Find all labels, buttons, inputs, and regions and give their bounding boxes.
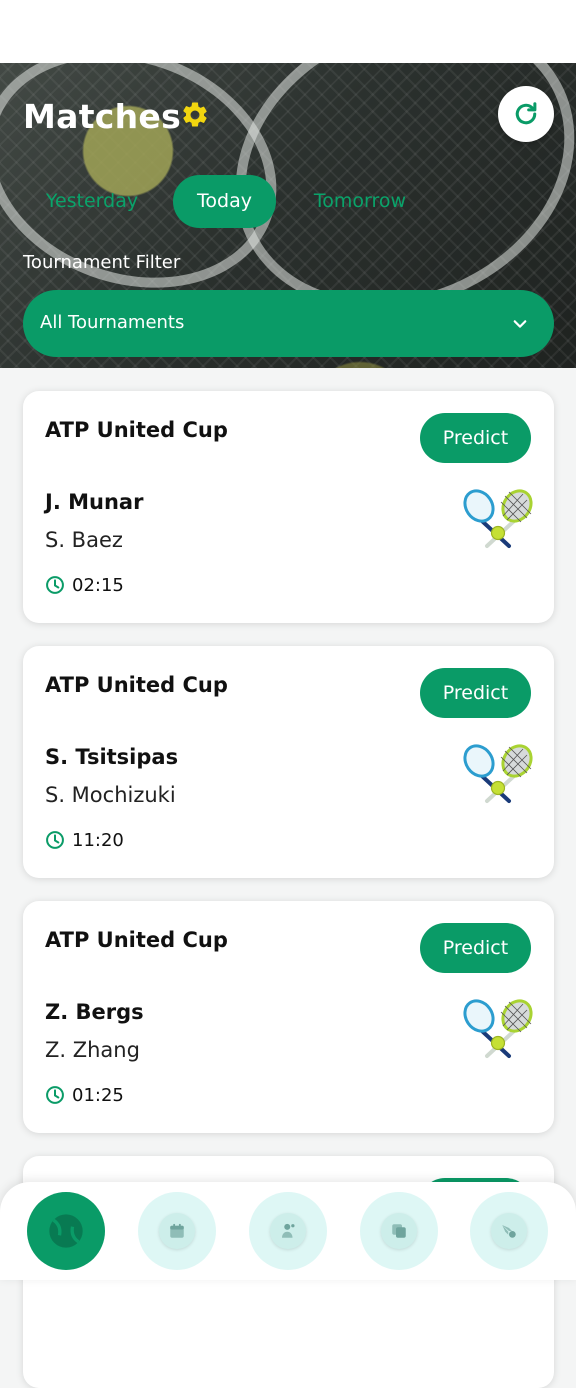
nav-item-inner — [491, 1213, 527, 1249]
tab-today[interactable]: Today — [173, 175, 276, 228]
predict-button[interactable]: Predict — [420, 923, 531, 973]
tab-tomorrow[interactable]: Tomorrow — [300, 175, 420, 228]
tab-yesterday[interactable]: Yesterday — [34, 175, 150, 228]
match-card[interactable]: ATP United Cup Predict S. Tsitsipas S. M… — [23, 646, 554, 878]
match-time-row: 11:20 — [45, 829, 124, 851]
status-bar — [0, 0, 576, 63]
match-card[interactable]: ATP United Cup Predict Z. Bergs Z. Zhang… — [23, 901, 554, 1133]
clock-icon — [46, 831, 64, 849]
nav-item-inner — [159, 1213, 195, 1249]
header: Matches Yesterday Today Tomorrow Tournam… — [0, 63, 576, 368]
player-two-name: Z. Zhang — [45, 1038, 140, 1062]
tournament-filter-value: All Tournaments — [40, 312, 185, 333]
predict-button[interactable]: Predict — [420, 413, 531, 463]
player-two-name: S. Baez — [45, 528, 123, 552]
nav-item-shuttle[interactable] — [470, 1192, 548, 1270]
player-one-name: Z. Bergs — [45, 1000, 144, 1024]
tournament-filter-label: Tournament Filter — [23, 252, 181, 273]
nav-item-inner — [270, 1213, 306, 1249]
tennis-rackets-icon — [463, 744, 533, 803]
match-time: 01:25 — [72, 1084, 124, 1106]
tournament-filter-select[interactable]: All Tournaments — [23, 290, 554, 357]
nav-item-players[interactable] — [249, 1192, 327, 1270]
refresh-icon — [515, 102, 537, 125]
player-two-name: S. Mochizuki — [45, 783, 176, 807]
predict-button[interactable]: Predict — [420, 668, 531, 718]
player-one-name: S. Tsitsipas — [45, 745, 179, 769]
clock-icon — [46, 1086, 64, 1104]
tennis-ball-icon — [49, 1214, 83, 1248]
tournament-name: ATP United Cup — [45, 418, 228, 442]
nav-item-inner — [381, 1213, 417, 1249]
match-card[interactable]: ATP United Cup Predict J. Munar S. Baez … — [23, 391, 554, 623]
match-time-row: 01:25 — [45, 1084, 124, 1106]
tournament-name: ATP United Cup — [45, 673, 228, 697]
cards-icon — [392, 1224, 406, 1238]
calendar-icon — [170, 1223, 184, 1238]
match-time-row: 02:15 — [45, 574, 124, 596]
nav-item-cards[interactable] — [360, 1192, 438, 1270]
tennis-rackets-icon — [463, 489, 533, 548]
nav-item-calendar[interactable] — [138, 1192, 216, 1270]
tennis-rackets-icon — [463, 999, 533, 1058]
player-one-name: J. Munar — [45, 490, 144, 514]
nav-item-matches[interactable] — [27, 1192, 105, 1270]
bottom-navigation — [0, 1182, 576, 1280]
refresh-button[interactable] — [498, 86, 554, 142]
chevron-down-icon — [513, 320, 527, 328]
shuttle-icon — [502, 1225, 516, 1238]
day-tabs: Yesterday Today Tomorrow — [0, 175, 576, 228]
player-icon — [282, 1223, 295, 1238]
page-title: Matches — [23, 97, 182, 136]
gear-icon[interactable] — [180, 100, 210, 130]
match-time: 02:15 — [72, 574, 124, 596]
clock-icon — [46, 576, 64, 594]
match-time: 11:20 — [72, 829, 124, 851]
tournament-name: ATP United Cup — [45, 928, 228, 952]
